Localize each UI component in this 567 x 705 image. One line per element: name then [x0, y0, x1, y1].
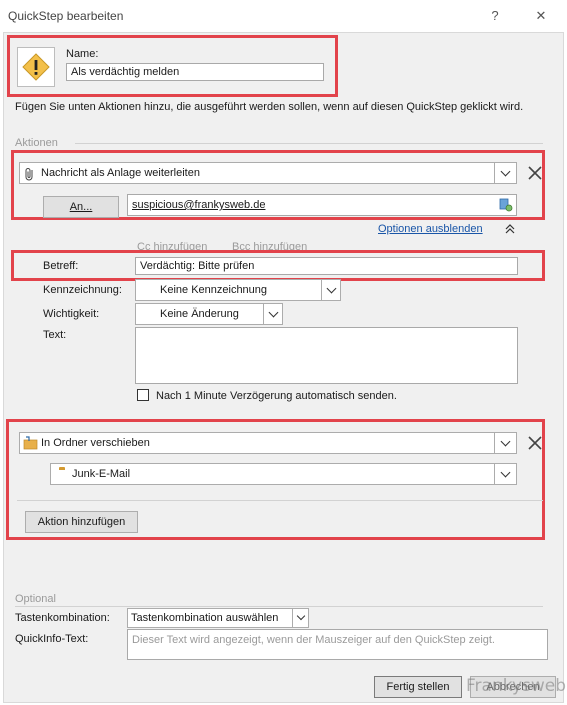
flag-select[interactable]: Keine Kennzeichnung	[135, 279, 341, 301]
text-label: Text:	[43, 329, 67, 341]
chevron-down-icon[interactable]	[292, 609, 308, 627]
action2-select-value: In Ordner verschieben	[41, 437, 150, 449]
autosend-label: Nach 1 Minute Verzögerung automatisch se…	[156, 390, 397, 402]
chevron-down-icon[interactable]	[494, 433, 516, 453]
chevron-down-icon[interactable]	[321, 280, 340, 300]
quickstep-icon-button[interactable]	[17, 47, 55, 87]
folder-select-value: Junk-E-Mail	[72, 468, 131, 480]
to-button-label: An...	[69, 201, 93, 213]
help-button[interactable]: ?	[484, 6, 506, 26]
name-label: Name:	[66, 48, 99, 60]
add-action-button[interactable]: Aktion hinzufügen	[25, 511, 138, 533]
tooltip-input[interactable]: Dieser Text wird angezeigt, wenn der Mau…	[127, 629, 548, 660]
importance-label: Wichtigkeit:	[43, 308, 100, 320]
address-book-icon[interactable]	[499, 198, 513, 212]
subject-label: Betreff:	[43, 260, 79, 272]
finish-button[interactable]: Fertig stellen	[374, 676, 462, 698]
watermark: Frankysweb	[466, 676, 567, 696]
chevron-down-icon[interactable]	[263, 304, 282, 324]
shortcut-select[interactable]: Tastenkombination auswählen	[127, 608, 309, 628]
close-window-button[interactable]: ✕	[530, 6, 552, 26]
hide-options-link[interactable]: Optionen ausblenden	[378, 223, 483, 235]
flag-label: Kennzeichnung:	[43, 284, 122, 296]
warning-icon	[22, 53, 50, 81]
to-button[interactable]: An...	[43, 196, 119, 218]
remove-action1-icon[interactable]	[527, 165, 543, 181]
name-input[interactable]: Als verdächtig melden	[66, 63, 324, 81]
tooltip-label: QuickInfo-Text:	[15, 633, 89, 645]
chevron-down-icon[interactable]	[494, 163, 516, 183]
autosend-checkbox[interactable]	[137, 389, 149, 401]
shortcut-select-value: Tastenkombination auswählen	[131, 612, 279, 624]
text-area[interactable]	[135, 327, 518, 384]
move-folder-icon	[23, 436, 38, 450]
subject-input[interactable]: Verdächtig: Bitte prüfen	[135, 257, 518, 275]
paperclip-icon	[25, 168, 33, 181]
window-title: QuickStep bearbeiten	[8, 9, 124, 23]
remove-action2-icon[interactable]	[527, 435, 543, 451]
actions-divider	[75, 143, 543, 144]
to-recipient: suspicious@frankysweb.de	[132, 199, 266, 211]
action1-select-value: Nachricht als Anlage weiterleiten	[41, 167, 200, 179]
to-input[interactable]: suspicious@frankysweb.de	[127, 194, 517, 216]
flag-select-value: Keine Kennzeichnung	[160, 284, 268, 296]
action1-select[interactable]: Nachricht als Anlage weiterleiten	[19, 162, 517, 184]
optional-section-label: Optional	[15, 593, 56, 605]
title-bar: QuickStep bearbeiten ? ✕	[0, 0, 567, 32]
instructions-text: Fügen Sie unten Aktionen hinzu, die ausg…	[15, 101, 524, 113]
importance-select[interactable]: Keine Änderung	[135, 303, 283, 325]
action2-select[interactable]: In Ordner verschieben	[19, 432, 517, 454]
actions-bottom-divider	[17, 500, 543, 501]
optional-divider	[15, 606, 543, 607]
chevron-down-icon[interactable]	[494, 464, 516, 484]
folder-select[interactable]: Junk-E-Mail	[50, 463, 517, 485]
actions-section-label: Aktionen	[15, 137, 58, 149]
importance-select-value: Keine Änderung	[160, 308, 239, 320]
shortcut-label: Tastenkombination:	[15, 612, 110, 624]
collapse-icon[interactable]	[505, 224, 515, 234]
